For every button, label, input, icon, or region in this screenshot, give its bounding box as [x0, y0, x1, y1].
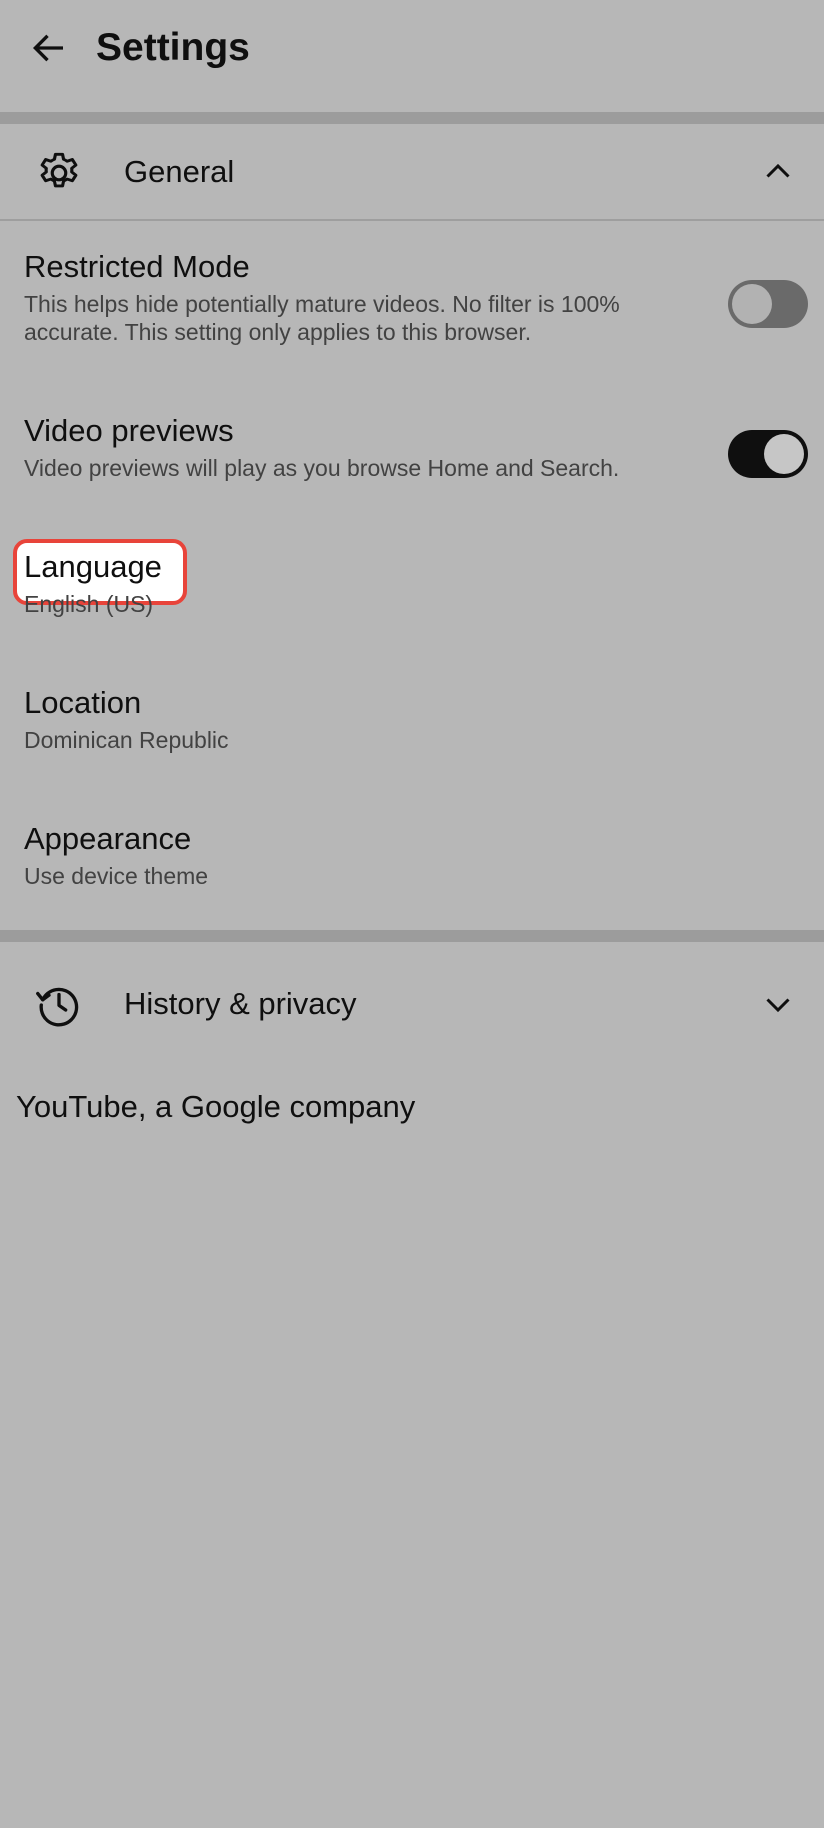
history-icon	[36, 987, 79, 1027]
toggle-knob	[732, 284, 772, 324]
gear-icon	[40, 152, 78, 188]
setting-title: Language	[24, 549, 162, 584]
section-general-label: General	[124, 154, 235, 189]
section-divider-thin	[0, 219, 824, 221]
section-general-header[interactable]: General	[0, 124, 824, 220]
setting-video-previews[interactable]: Video previews Video previews will play …	[0, 412, 824, 492]
section-history-header[interactable]: History & privacy	[0, 956, 824, 1052]
setting-title: Appearance	[24, 821, 192, 856]
restricted-mode-toggle[interactable]	[728, 280, 808, 328]
back-button[interactable]	[22, 22, 74, 74]
setting-value: English (US)	[24, 591, 154, 617]
setting-description: This helps hide potentially mature video…	[24, 291, 620, 345]
setting-value: Dominican Republic	[24, 727, 229, 753]
setting-title: Location	[24, 685, 142, 720]
back-arrow-icon	[33, 34, 63, 62]
section-divider	[0, 112, 824, 124]
section-history-label: History & privacy	[124, 986, 357, 1021]
video-previews-toggle[interactable]	[728, 430, 808, 478]
footer-company-text: YouTube, a Google company	[16, 1089, 416, 1124]
setting-description: Video previews will play as you browse H…	[24, 455, 620, 481]
setting-title: Video previews	[24, 413, 234, 448]
setting-restricted-mode[interactable]: Restricted Mode This helps hide potentia…	[0, 248, 824, 358]
toggle-knob	[764, 434, 804, 474]
chevron-down-icon	[766, 998, 790, 1013]
page-title: Settings	[96, 26, 250, 69]
setting-location[interactable]: Location Dominican Republic	[0, 684, 824, 764]
app-header: Settings	[0, 0, 824, 112]
setting-title: Restricted Mode	[24, 249, 250, 284]
setting-value: Use device theme	[24, 863, 209, 889]
setting-appearance[interactable]: Appearance Use device theme	[0, 820, 824, 900]
chevron-up-icon	[766, 163, 790, 178]
section-divider	[0, 930, 824, 942]
setting-language[interactable]: Language English (US)	[0, 548, 824, 628]
